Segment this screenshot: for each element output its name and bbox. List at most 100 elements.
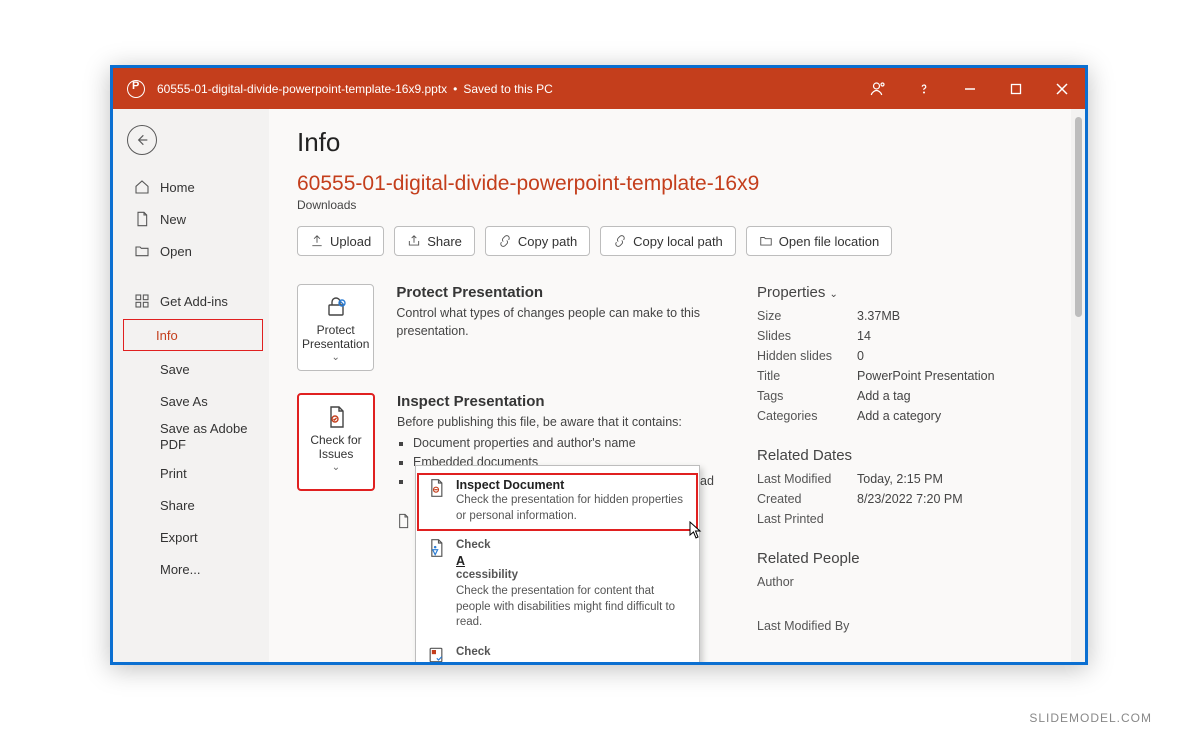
nav-add-ins[interactable]: Get Add-ins [113,285,269,317]
save-status: Saved to this PC [463,82,552,96]
scroll-thumb[interactable] [1075,117,1082,317]
nav-save-as-label: Save As [160,394,208,409]
last-modified-value: Today, 2:15 PM [857,472,943,486]
nav-print-label: Print [160,466,187,481]
copy-path-label: Copy path [518,234,577,249]
protect-description: Control what types of changes people can… [396,305,717,340]
properties-panel: Properties ⌄ Size3.37MB Slides14 Hidden … [757,284,1057,657]
nav-export-label: Export [160,530,198,545]
nav-open-label: Open [160,244,192,259]
nav-add-ins-label: Get Add-ins [160,294,228,309]
prop-hidden-key: Hidden slides [757,349,857,363]
close-button[interactable] [1039,68,1085,109]
inspect-document-icon [426,478,446,498]
prop-title-value[interactable]: PowerPoint Presentation [857,369,995,383]
upload-button[interactable]: Upload [297,226,384,256]
prop-title-key: Title [757,369,857,383]
inspect-bullet: Document properties and author's name [413,434,714,453]
menu-check-accessibility[interactable]: Check AccessibilityCheck the presentatio… [416,532,699,639]
document-icon [395,513,411,529]
backstage-sidebar: Home New Open Get Add-ins Info Save Save… [113,109,269,662]
share-button[interactable]: Share [394,226,475,256]
nav-info-label: Info [156,328,178,343]
check-for-issues-label: Check for Issues [303,433,369,462]
prop-categories-key: Categories [757,409,857,423]
titlebar: 60555-01-digital-divide-powerpoint-templ… [113,68,1085,109]
minimize-button[interactable] [947,68,993,109]
menu-accessibility-desc: Check the presentation for content that … [456,584,689,631]
nav-new[interactable]: New [113,203,269,235]
author-key: Author [757,575,857,589]
related-dates-heading: Related Dates [757,447,1047,464]
properties-heading[interactable]: Properties ⌄ [757,284,1047,301]
nav-share[interactable]: Share [113,489,269,521]
prop-size-value: 3.37MB [857,309,900,323]
prop-slides-key: Slides [757,329,857,343]
nav-save[interactable]: Save [113,353,269,385]
nav-save-adobe-label: Save as Adobe PDF [160,421,269,452]
back-button[interactable] [127,125,157,155]
protect-presentation-button[interactable]: Protect Presentation ⌄ [297,284,374,371]
nav-open[interactable]: Open [113,235,269,267]
chevron-down-icon: ⌄ [331,352,339,364]
prop-tags-value[interactable]: Add a tag [857,389,911,403]
prop-hidden-value: 0 [857,349,864,363]
nav-share-label: Share [160,498,195,513]
upload-label: Upload [330,234,371,249]
nav-info[interactable]: Info [123,319,263,351]
menu-inspect-desc: Check the presentation for hidden proper… [456,493,689,524]
file-action-row: Upload Share Copy path Copy local path O… [297,226,1057,256]
menu-inspect-document[interactable]: Inspect DocumentCheck the presentation f… [416,472,699,532]
copy-path-button[interactable]: Copy path [485,226,590,256]
nav-home[interactable]: Home [113,171,269,203]
protect-presentation-section: Protect Presentation ⌄ Protect Presentat… [297,284,717,371]
page-title: Info [297,127,1057,158]
share-label: Share [427,234,462,249]
file-location[interactable]: Downloads [297,198,1057,212]
created-key: Created [757,492,857,506]
account-icon[interactable] [855,68,901,109]
nav-print[interactable]: Print [113,457,269,489]
nav-save-as[interactable]: Save As [113,385,269,417]
powerpoint-backstage-window: 60555-01-digital-divide-powerpoint-templ… [110,65,1088,665]
last-printed-key: Last Printed [757,512,857,526]
created-value: 8/23/2022 7:20 PM [857,492,963,506]
last-modified-key: Last Modified [757,472,857,486]
menu-check-compatibility[interactable]: Check CompatibilityCheck for features no… [416,639,699,665]
file-title: 60555-01-digital-divide-powerpoint-templ… [297,172,1057,196]
open-file-location-button[interactable]: Open file location [746,226,892,256]
file-name: 60555-01-digital-divide-powerpoint-templ… [157,82,447,96]
vertical-scrollbar[interactable] [1071,109,1085,662]
protect-presentation-button-label: Protect Presentation [302,323,369,352]
chevron-down-icon: ⌄ [332,462,340,474]
menu-accessibility-title: Check Accessibility [456,538,689,583]
maximize-button[interactable] [993,68,1039,109]
prop-categories-value[interactable]: Add a category [857,409,941,423]
nav-save-adobe-pdf[interactable]: Save as Adobe PDF [113,417,269,457]
inspect-description: Before publishing this file, be aware th… [397,414,714,432]
related-people-heading: Related People [757,550,1047,567]
powerpoint-logo-icon [127,80,145,98]
nav-save-label: Save [160,362,190,377]
copy-local-path-label: Copy local path [633,234,723,249]
prop-tags-key: Tags [757,389,857,403]
watermark: SLIDEMODEL.COM [1029,711,1152,725]
check-for-issues-button[interactable]: Check for Issues ⌄ [297,393,375,491]
menu-compat-title: Check Compatibility [456,645,689,665]
mouse-cursor-icon [689,521,703,544]
prop-slides-value: 14 [857,329,871,343]
open-file-location-label: Open file location [779,234,879,249]
nav-more[interactable]: More... [113,553,269,585]
menu-inspect-title: Inspect Document [456,478,689,492]
copy-local-path-button[interactable]: Copy local path [600,226,736,256]
nav-export[interactable]: Export [113,521,269,553]
nav-more-label: More... [160,562,200,577]
last-modified-by-key: Last Modified By [757,619,897,633]
nav-new-label: New [160,212,186,227]
help-button[interactable] [901,68,947,109]
protect-heading: Protect Presentation [396,284,717,301]
check-for-issues-menu: Inspect DocumentCheck the presentation f… [415,465,700,665]
compatibility-icon [426,645,446,665]
accessibility-icon [426,538,446,558]
nav-home-label: Home [160,180,195,195]
